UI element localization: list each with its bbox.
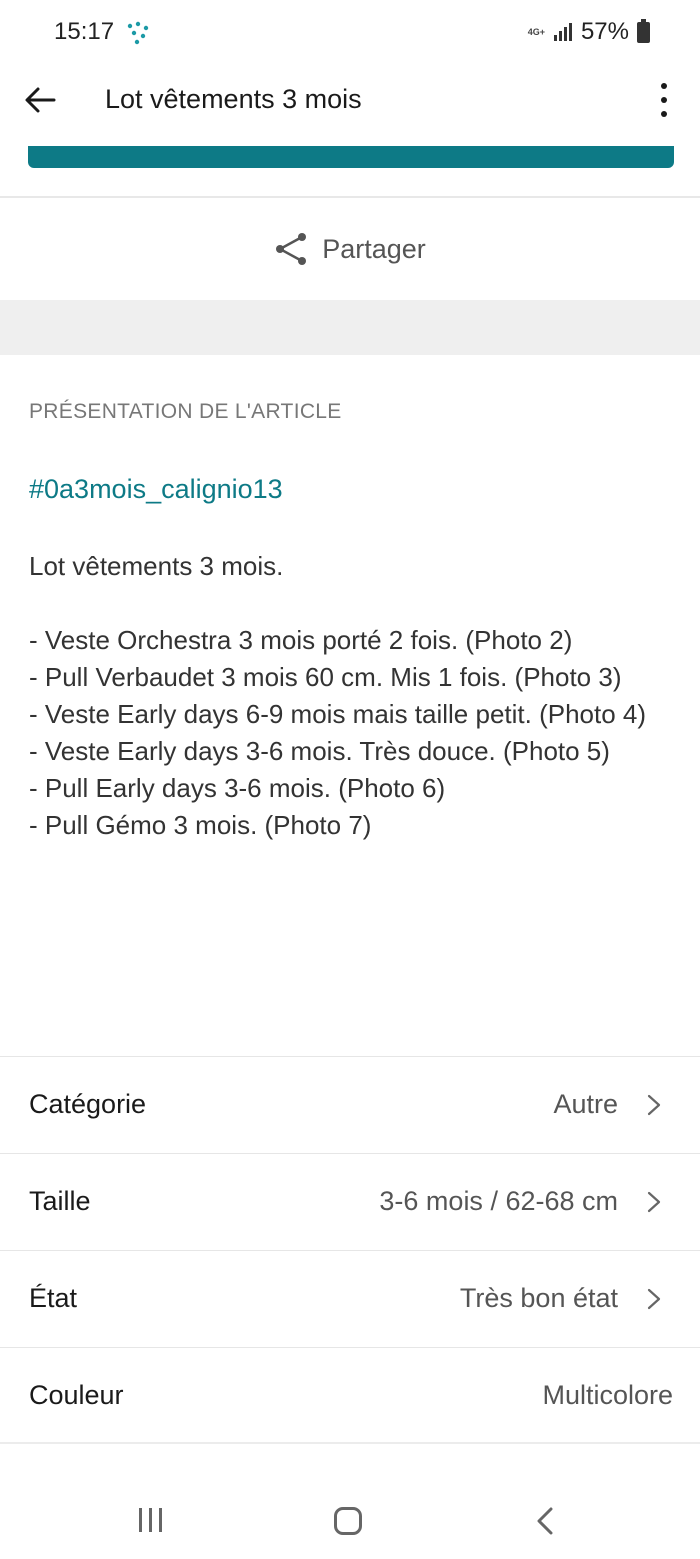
app-bar: Lot vêtements 3 mois <box>0 66 700 136</box>
status-bar: 15:17 4G+ 57% <box>0 0 700 66</box>
home-button[interactable] <box>334 1507 362 1535</box>
attribute-row-category[interactable]: Catégorie Autre <box>0 1056 700 1152</box>
status-right: 4G+ 57% <box>528 18 650 46</box>
share-button[interactable]: Partager <box>0 198 700 300</box>
recents-button[interactable] <box>139 1508 167 1532</box>
description-intro: Lot vêtements 3 mois. <box>29 551 284 581</box>
notification-dots-icon <box>127 21 149 45</box>
attribute-label: Taille <box>29 1186 91 1216</box>
attribute-row-condition[interactable]: État Très bon état <box>0 1250 700 1346</box>
divider <box>0 1442 700 1444</box>
description-line: - Veste Orchestra 3 mois porté 2 fois. (… <box>29 625 573 655</box>
description-line: - Veste Early days 3-6 mois. Très douce.… <box>29 736 610 766</box>
chevron-right-icon <box>647 1191 661 1213</box>
attribute-value: Autre <box>553 1089 618 1119</box>
attribute-row-size[interactable]: Taille 3-6 mois / 62-68 cm <box>0 1153 700 1249</box>
chevron-right-icon <box>647 1094 661 1116</box>
system-back-button[interactable] <box>533 1506 557 1536</box>
battery-percent: 57% <box>580 18 629 45</box>
section-separator <box>0 300 700 355</box>
attribute-label: État <box>29 1283 78 1313</box>
attribute-label: Catégorie <box>29 1089 147 1119</box>
more-options-button[interactable] <box>652 78 676 122</box>
chevron-right-icon <box>647 1288 661 1310</box>
back-button[interactable] <box>18 78 62 122</box>
section-title: PRÉSENTATION DE L'ARTICLE <box>29 400 342 423</box>
attribute-value: 3-6 mois / 62-68 cm <box>379 1186 618 1216</box>
hashtag-link[interactable]: #0a3mois_calignio13 <box>29 474 283 505</box>
description-line: - Pull Gémo 3 mois. (Photo 7) <box>29 810 372 840</box>
description-line: - Pull Early days 3-6 mois. (Photo 6) <box>29 773 446 803</box>
arrow-left-icon <box>25 87 56 113</box>
system-nav-bar <box>0 1478 700 1559</box>
share-icon <box>276 233 307 265</box>
description-line: - Pull Verbaudet 3 mois 60 cm. Mis 1 foi… <box>29 662 622 692</box>
signal-icon <box>553 23 572 41</box>
primary-action-bar[interactable] <box>28 146 674 168</box>
attribute-value: Multicolore <box>542 1380 673 1410</box>
more-vertical-icon <box>661 83 667 89</box>
item-description: Lot vêtements 3 mois. - Veste Orchestra … <box>29 548 669 844</box>
page-title: Lot vêtements 3 mois <box>105 84 362 114</box>
attribute-value: Très bon état <box>459 1283 618 1313</box>
status-time: 15:17 <box>54 18 115 45</box>
description-line: - Veste Early days 6-9 mois mais taille … <box>29 699 647 729</box>
recents-icon <box>139 1508 142 1532</box>
battery-icon <box>637 18 650 43</box>
network-badge: 4G+ <box>527 26 545 37</box>
attribute-row-color: Couleur Multicolore <box>0 1347 700 1443</box>
attribute-label: Couleur <box>29 1380 124 1410</box>
share-label: Partager <box>322 233 426 264</box>
